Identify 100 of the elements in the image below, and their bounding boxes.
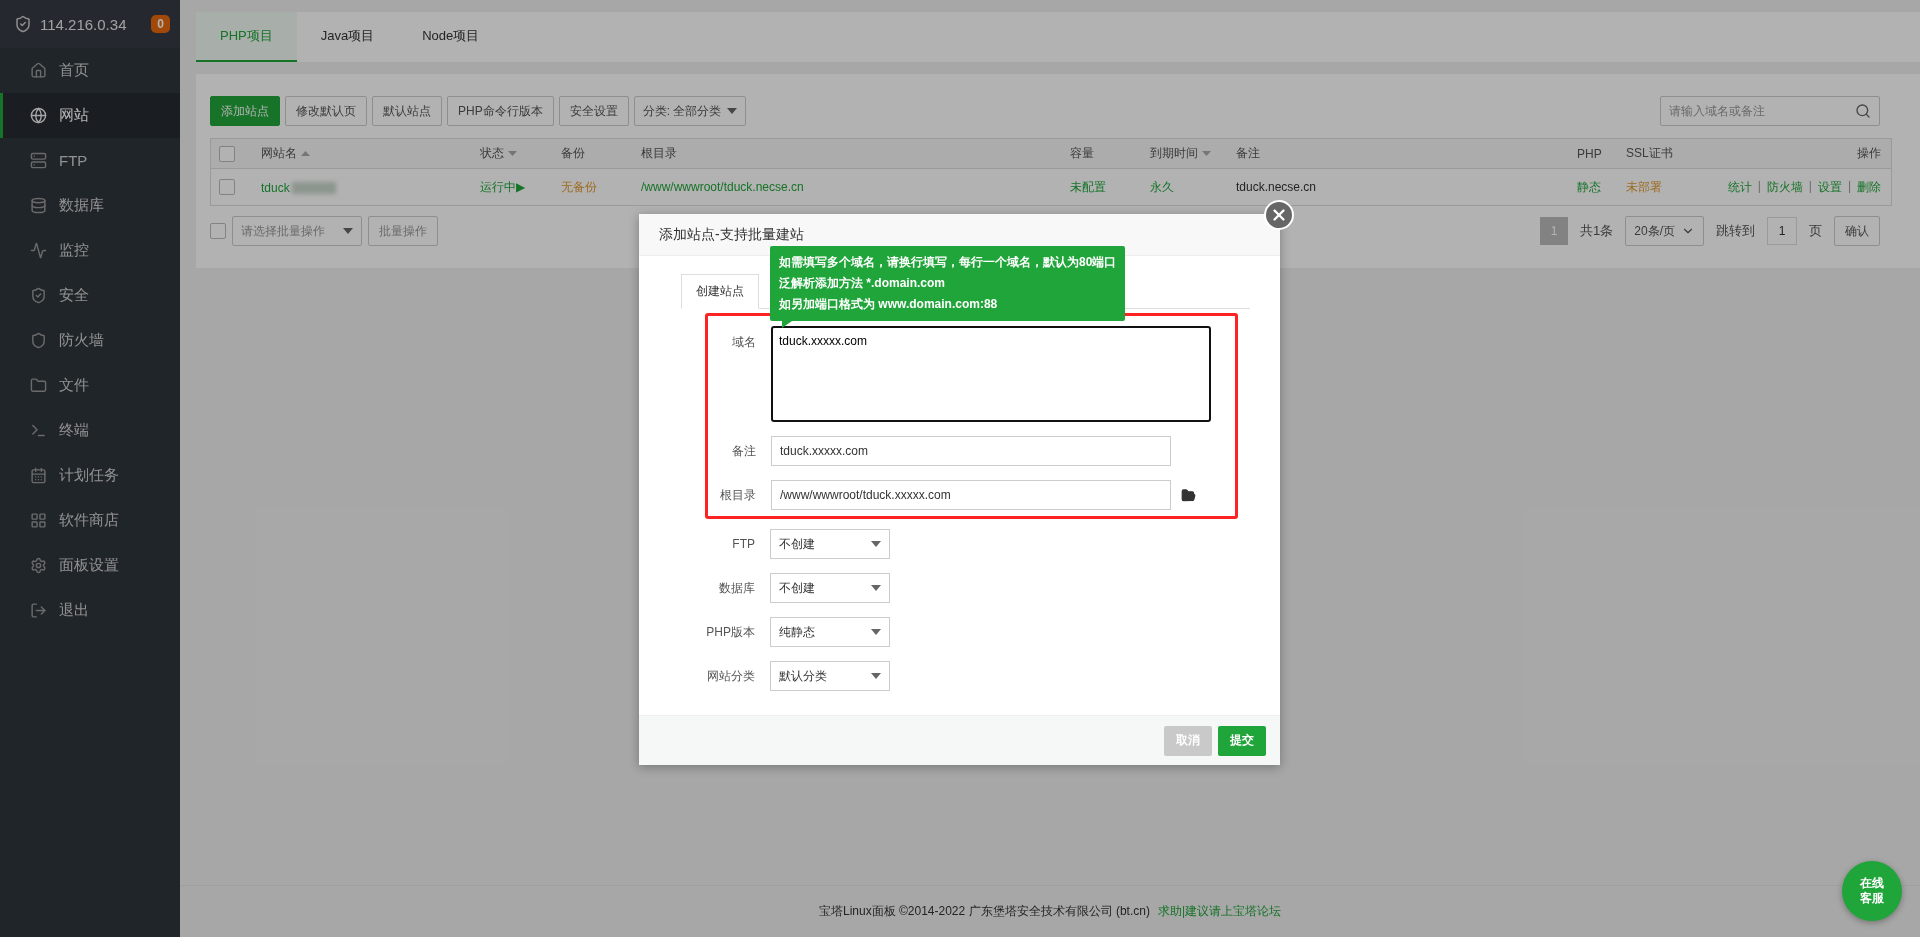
action-link[interactable]: 防火墙 (1766, 178, 1803, 196)
batch-button[interactable]: 批量操作 (368, 216, 438, 246)
root-path-input[interactable]: /www/wwwroot/tduck.xxxxx.com (771, 480, 1171, 510)
logout-icon (30, 602, 47, 619)
note-input[interactable]: tduck.xxxxx.com (771, 436, 1171, 466)
project-tab[interactable]: PHP项目 (196, 12, 297, 62)
search-icon[interactable] (1855, 103, 1871, 119)
shield-logo-icon (14, 15, 32, 33)
action-link[interactable]: 设置 (1817, 178, 1842, 196)
home-icon (30, 62, 47, 79)
search-field[interactable]: 请输入域名或备注 (1660, 96, 1880, 126)
table-cell-text: 静态 (1577, 178, 1602, 196)
sidebar-item[interactable]: 安全 (0, 273, 180, 318)
batch-checkbox[interactable] (210, 223, 226, 239)
folder-icon[interactable] (1181, 487, 1196, 503)
table-cell-text: 未配置 (1070, 178, 1107, 196)
table-cell-text: 永久 (1150, 178, 1175, 196)
column-header: PHP (1577, 146, 1603, 161)
domain-textarea[interactable]: tduck.xxxxx.com (771, 326, 1211, 422)
select-field[interactable]: 纯静态 (770, 617, 890, 647)
confirm-button[interactable]: 确认 (1834, 216, 1880, 246)
sidebar-item[interactable]: 首页 (0, 48, 180, 93)
column-header: 备份 (561, 145, 586, 162)
table-cell-text: 未部署 (1626, 178, 1663, 196)
page-input[interactable]: 1 (1767, 217, 1797, 245)
globe-icon (30, 107, 47, 124)
column-header: SSL证书 (1626, 145, 1674, 162)
toolbar-button[interactable]: PHP命令行版本 (447, 96, 554, 126)
table-cell-text: tduck.necse.cn (1236, 180, 1318, 194)
sidebar-item[interactable]: FTP (0, 138, 180, 183)
monitor-icon (30, 242, 47, 259)
forum-link[interactable]: 求助|建议请上宝塔论坛 (1157, 903, 1282, 920)
blurred-text (291, 182, 336, 195)
tooltip-arrow-icon (782, 321, 792, 328)
shield-check-icon (30, 287, 47, 304)
sidebar-item[interactable]: 计划任务 (0, 453, 180, 498)
column-header: 根目录 (641, 145, 678, 162)
column-header: 容量 (1070, 145, 1095, 162)
grid-icon (30, 512, 47, 529)
site-name-link[interactable]: tduck (261, 180, 290, 195)
sort-up-icon[interactable] (301, 151, 310, 156)
sidebar-item[interactable]: 文件 (0, 363, 180, 408)
select-all-checkbox[interactable] (219, 145, 235, 162)
page-size-select[interactable]: 20条/页 (1625, 216, 1704, 246)
column-header: 备注 (1236, 145, 1261, 162)
server-address: 114.216.0.34 (40, 15, 128, 33)
sidebar-item[interactable]: 网站 (0, 93, 180, 138)
row-checkbox[interactable] (219, 179, 235, 195)
table-cell-text: 运行中▶ (480, 178, 527, 196)
sidebar-item[interactable]: 监控 (0, 228, 180, 273)
sidebar-item[interactable]: 退出 (0, 588, 180, 633)
select-field[interactable]: 不创建 (770, 573, 890, 603)
submit-button[interactable]: 提交 (1218, 725, 1266, 756)
terminal-icon (30, 422, 47, 439)
batch-select[interactable]: 请选择批量操作 (232, 216, 362, 246)
toolbar-button[interactable]: 安全设置 (558, 96, 629, 126)
caret-icon (871, 673, 881, 679)
settings-icon (30, 557, 47, 574)
caret-icon (343, 228, 353, 234)
field-label: 网站分类 (706, 667, 755, 685)
separator: | (1757, 178, 1761, 195)
add-site-button[interactable]: 添加站点 (210, 96, 280, 126)
action-link[interactable]: 删除 (1857, 178, 1881, 196)
table-cell-text: 无备份 (561, 178, 598, 196)
sidebar-item[interactable]: 防火墙 (0, 318, 180, 363)
notification-badge[interactable]: 0 (151, 15, 170, 33)
action-link[interactable]: 统计 (1727, 178, 1752, 196)
field-label: FTP (731, 537, 755, 551)
caret-icon (871, 629, 881, 635)
field-label: 备注 (731, 442, 756, 460)
close-icon (1270, 206, 1288, 224)
caret-icon (871, 541, 881, 547)
column-header: 网站名 (261, 145, 480, 162)
copyright-text: 宝塔Linux面板 ©2014-2022 广东堡塔安全技术有限公司 (bt.cn) (818, 903, 1150, 920)
sidebar-item[interactable]: 数据库 (0, 183, 180, 228)
field-label: PHP版本 (705, 623, 755, 641)
total-count: 共1条 (1579, 222, 1615, 240)
category-select[interactable]: 分类: 全部分类 (633, 96, 747, 126)
field-label: 数据库 (718, 579, 755, 597)
sidebar-item[interactable]: 面板设置 (0, 543, 180, 588)
project-tab[interactable]: Java项目 (296, 12, 399, 62)
caret-icon (727, 108, 738, 114)
dialog-tab[interactable]: 创建站点 (681, 274, 759, 309)
separator: | (1808, 178, 1812, 195)
toolbar-button[interactable]: 默认站点 (372, 96, 442, 126)
sidebar-item[interactable]: 终端 (0, 408, 180, 453)
project-tab[interactable]: Node项目 (398, 12, 504, 62)
caret-icon (871, 585, 881, 591)
column-header: 状态 (480, 145, 561, 162)
sidebar-item[interactable]: 软件商店 (0, 498, 180, 543)
select-field[interactable]: 默认分类 (770, 661, 890, 691)
sort-down-icon[interactable] (508, 151, 517, 156)
online-support-button[interactable]: 在线客服 (1842, 861, 1902, 921)
page-unit: 页 (1808, 222, 1823, 240)
toolbar-button[interactable]: 修改默认页 (285, 96, 367, 126)
select-field[interactable]: 不创建 (770, 529, 890, 559)
sort-down-icon[interactable] (1202, 151, 1211, 156)
database-icon (30, 197, 47, 214)
column-header: 操作 (1857, 145, 1881, 162)
column-header: 到期时间 (1150, 145, 1236, 162)
